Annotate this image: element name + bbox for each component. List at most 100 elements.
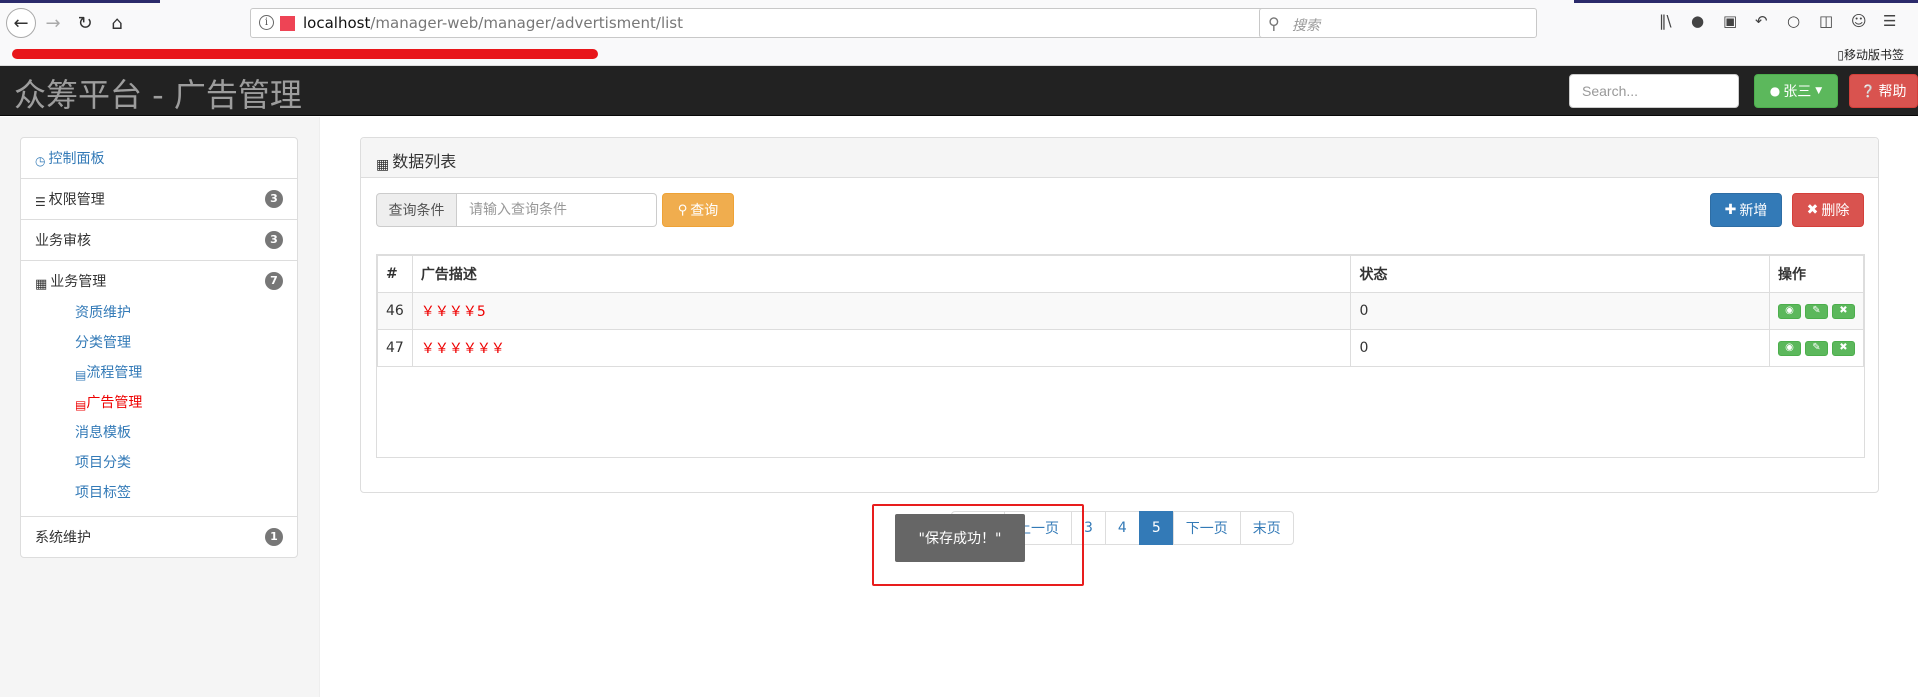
table-header-row: # 广告描述 状态 操作 (377, 255, 1864, 293)
submenu-item-category[interactable]: 分类管理 (75, 328, 283, 358)
url-text[interactable]: localhost/manager-web/manager/advertisme… (303, 14, 683, 32)
feedback-icon[interactable]: ○ (1787, 12, 1800, 30)
toast-message: "保存成功！" (895, 514, 1025, 562)
home-icon[interactable]: ⌂ (104, 10, 130, 36)
browser-search-bar[interactable]: ⚲ 搜索 (1259, 8, 1537, 38)
phone-icon: ▯ (1837, 48, 1844, 62)
redacted-bookmarks (12, 49, 598, 59)
data-table-container: # 广告描述 状态 操作 46 ￥￥￥￥5 0 ◉ ✎ ✖ 47 ￥￥￥￥￥￥ … (376, 254, 1865, 545)
crop-icon[interactable]: ▣ (1723, 12, 1737, 30)
query-label: 查询条件 (376, 193, 457, 227)
back-icon[interactable]: ← (6, 8, 36, 38)
sidebar-item-label: 业务管理 (50, 274, 107, 290)
delete-button[interactable]: ✖ 删除 (1792, 193, 1864, 227)
cell-id: 47 (377, 329, 413, 367)
submenu-item-qualification[interactable]: 资质维护 (75, 298, 283, 328)
tab-strip-edge (1574, 0, 1918, 3)
column-header-description: 广告描述 (411, 255, 1352, 293)
count-badge: 7 (265, 272, 283, 290)
remove-icon[interactable]: ✖ (1832, 340, 1855, 356)
sidebar-item-label: 业务审核 (35, 233, 91, 249)
view-icon[interactable]: ◉ (1778, 303, 1801, 319)
search-icon: ⚲ (677, 202, 688, 218)
user-name: 张三 (1783, 84, 1812, 100)
sidebar-item-label: 控制面板 (48, 151, 105, 167)
page-last[interactable]: 末页 (1239, 511, 1294, 545)
sidebar-item-dashboard[interactable]: ◷ 控制面板 (21, 138, 297, 179)
tasks-icon: ☰ (35, 195, 46, 209)
delete-button-label: 删除 (1821, 203, 1850, 219)
edit-icon[interactable]: ✎ (1805, 303, 1828, 319)
submenu-item-advertisement[interactable]: ▤广告管理 (75, 388, 283, 418)
column-header-status: 状态 (1350, 255, 1770, 293)
count-badge: 1 (265, 528, 283, 546)
column-header-id: # (377, 255, 413, 293)
add-button[interactable]: ✚ 新增 (1710, 193, 1782, 227)
query-button[interactable]: ⚲ 查询 (662, 193, 734, 227)
query-input[interactable] (457, 193, 657, 227)
caret-down-icon: ▼ (1815, 86, 1823, 96)
chat-icon[interactable]: ● (1691, 12, 1704, 30)
help-button[interactable]: ❔ 帮助 (1849, 74, 1918, 108)
search-icon: ⚲ (1268, 14, 1280, 33)
page-4[interactable]: 4 (1104, 511, 1140, 545)
cell-actions: ◉ ✎ ✖ (1769, 292, 1864, 330)
cell-actions: ◉ ✎ ✖ (1769, 329, 1864, 367)
sidebar-item-business-management[interactable]: ▦ 业务管理 7 资质维护 分类管理 ▤流程管理 ▤广告管理 消息模板 项目分类 … (21, 261, 297, 517)
sidebar-toggle-icon[interactable]: ◫ (1819, 12, 1833, 30)
submenu-item-process[interactable]: ▤流程管理 (75, 358, 283, 388)
user-menu-button[interactable]: ● 张三 ▼ (1754, 74, 1838, 108)
browser-chrome: ← → ↻ ⌂ i localhost/manager-web/manager/… (0, 0, 1918, 66)
query-form: 查询条件 (376, 193, 657, 227)
cell-status: 0 (1350, 292, 1770, 330)
cell-description: ￥￥￥￥5 (411, 292, 1352, 330)
tab-strip-edge (0, 0, 160, 3)
submenu-item-project-category[interactable]: 项目分类 (75, 448, 283, 478)
edit-icon[interactable]: ✎ (1805, 340, 1828, 356)
sidebar: ◷ 控制面板 ☰ 权限管理 3 业务审核 3 ▦ 业务管理 7 资质维护 分类管理 ▤… (20, 137, 298, 558)
count-badge: 3 (265, 190, 283, 208)
view-icon[interactable]: ◉ (1778, 340, 1801, 356)
data-list-panel: ▦数据列表 查询条件 ⚲查询 ✚新增 ✖删除 # 广告描述 状态 操作 46 (360, 137, 1879, 545)
search-input[interactable] (1569, 74, 1739, 108)
panel-heading: ▦ 数据列表 (361, 138, 1878, 178)
process-icon: ▤ (75, 368, 87, 382)
page-next[interactable]: 下一页 (1172, 511, 1241, 545)
submenu-item-message-template[interactable]: 消息模板 (75, 418, 283, 448)
sidebar-item-label: 权限管理 (48, 192, 105, 208)
user-icon: ● (1769, 84, 1781, 98)
plus-icon: ✚ (1724, 202, 1737, 218)
account-icon[interactable]: ☺ (1851, 12, 1867, 30)
undo-icon[interactable]: ↶ (1755, 12, 1768, 30)
site-permission-icon[interactable] (280, 16, 295, 31)
table-row: 47 ￥￥￥￥￥￥ 0 ◉ ✎ ✖ (377, 329, 1864, 367)
cell-description: ￥￥￥￥￥￥ (411, 329, 1352, 367)
sidebar-item-business-review[interactable]: 业务审核 3 (21, 220, 297, 261)
ad-icon: ▤ (75, 398, 87, 412)
mobile-bookmarks-link[interactable]: ▯移动版书签 (1837, 46, 1904, 63)
menu-icon[interactable]: ☰ (1883, 12, 1896, 30)
browser-search-placeholder: 搜索 (1292, 18, 1320, 34)
help-label: 帮助 (1878, 84, 1907, 100)
sidebar-item-permissions[interactable]: ☰ 权限管理 3 (21, 179, 297, 220)
query-button-label: 查询 (690, 203, 719, 219)
cell-id: 46 (377, 292, 413, 330)
remove-icon: ✖ (1806, 202, 1819, 218)
table-row: 46 ￥￥￥￥5 0 ◉ ✎ ✖ (377, 292, 1864, 330)
reload-icon[interactable]: ↻ (72, 10, 98, 36)
library-icon[interactable]: ‖\ (1659, 12, 1672, 30)
question-circle-icon: ❔ (1860, 84, 1876, 98)
sidebar-item-label: 系统维护 (35, 530, 91, 546)
grid-icon: ▦ (376, 157, 390, 173)
page-5-current[interactable]: 5 (1138, 511, 1174, 545)
th-large-icon: ▦ (35, 277, 48, 292)
remove-icon[interactable]: ✖ (1832, 303, 1855, 319)
forward-icon[interactable]: → (40, 10, 66, 36)
top-navbar: 众筹平台 - 广告管理 ●张三▼ ❔帮助 (0, 66, 1918, 116)
submenu-item-project-tag[interactable]: 项目标签 (75, 478, 283, 508)
sidebar-item-system[interactable]: 系统维护 1 (21, 517, 297, 557)
page-title[interactable]: 众筹平台 - 广告管理 (14, 70, 302, 116)
site-info-icon[interactable]: i (259, 15, 274, 30)
count-badge: 3 (265, 231, 283, 249)
panel-title: 数据列表 (392, 152, 457, 171)
